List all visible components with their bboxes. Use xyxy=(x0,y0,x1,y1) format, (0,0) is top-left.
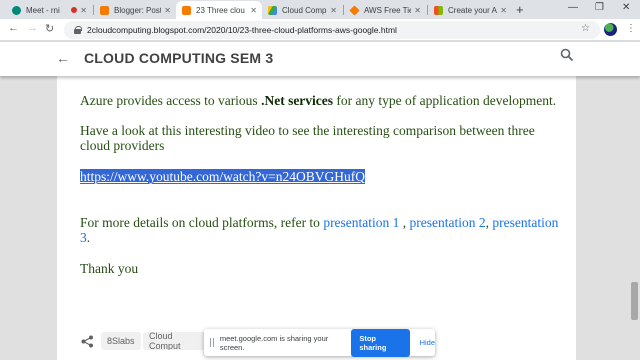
text: , xyxy=(399,215,410,230)
close-icon[interactable]: ✕ xyxy=(164,6,171,15)
scrollbar-thumb[interactable] xyxy=(631,282,638,320)
paragraph-thanks: Thank you xyxy=(80,261,139,276)
tab-meet[interactable]: Meet - rni ✕ xyxy=(6,1,92,19)
microsoft-icon xyxy=(434,5,443,15)
tab-create-account[interactable]: Create your A ✕ xyxy=(428,1,512,19)
back-arrow-icon[interactable]: ← xyxy=(56,50,70,66)
back-arrow-icon[interactable]: ← xyxy=(8,22,19,34)
tab-strip: Meet - rni ✕ Blogger: Posts ✕ 23 Three c… xyxy=(0,0,640,19)
post-content: Azure provides access to various .Net se… xyxy=(80,93,560,276)
paragraph-link: https://www.youtube.com/watch?v=n24OBVGH… xyxy=(80,169,560,184)
text: , xyxy=(485,215,490,230)
tab-title: 23 Three clou xyxy=(196,5,245,15)
post-body: Azure provides access to various .Net se… xyxy=(57,76,576,360)
tab-three-cloud[interactable]: 23 Three clou ✕ xyxy=(176,1,262,19)
tab-title: AWS Free Tier xyxy=(364,5,412,15)
screen-share-bar: meet.google.com is sharing your screen. … xyxy=(204,328,435,357)
text: For more details on cloud platforms, ref… xyxy=(80,215,324,230)
close-icon[interactable]: ✕ xyxy=(250,6,257,15)
url-text: 2cloudcomputing.blogspot.com/2020/10/23-… xyxy=(87,25,397,35)
stop-sharing-button[interactable]: Stop sharing xyxy=(351,328,410,357)
reload-icon[interactable]: ↻ xyxy=(45,22,54,35)
tab-blogger-posts[interactable]: Blogger: Posts ✕ xyxy=(94,1,176,19)
maximize-icon[interactable]: ❐ xyxy=(595,2,604,13)
minimize-icon[interactable]: — xyxy=(568,2,578,13)
label-chip[interactable]: 8Slabs xyxy=(101,332,141,350)
lock-icon[interactable] xyxy=(74,26,82,34)
presentation-2-link[interactable]: presentation 2 xyxy=(410,215,486,230)
blog-title[interactable]: CLOUD COMPUTING SEM 3 xyxy=(84,50,273,66)
share-icon[interactable] xyxy=(81,335,94,351)
close-icon[interactable]: ✕ xyxy=(330,6,337,15)
recording-icon xyxy=(71,7,78,13)
blogger-icon xyxy=(100,5,109,15)
close-icon[interactable]: ✕ xyxy=(414,6,421,15)
close-icon[interactable]: ✕ xyxy=(80,6,87,15)
tab-cloud-computing[interactable]: Cloud Computi ✕ xyxy=(262,1,342,19)
profile-avatar[interactable] xyxy=(604,23,617,36)
search-icon[interactable] xyxy=(560,48,574,62)
presentation-1-link[interactable]: presentation 1 xyxy=(323,215,399,230)
paragraph-azure: Azure provides access to various .Net se… xyxy=(80,93,560,108)
tab-title: Meet - rni xyxy=(26,5,60,15)
tab-title: Cloud Computi xyxy=(282,5,327,15)
hide-button[interactable]: Hide xyxy=(420,338,435,347)
drag-handle-icon[interactable] xyxy=(210,338,214,347)
text: Azure provides access to various xyxy=(80,93,262,108)
label-chip[interactable]: Cloud Comput xyxy=(143,332,207,350)
drive-icon xyxy=(268,5,277,15)
paragraph-presentations: For more details on cloud platforms, ref… xyxy=(80,215,560,245)
blog-header: ← CLOUD COMPUTING SEM 3 xyxy=(0,42,640,76)
address-bar[interactable]: 2cloudcomputing.blogspot.com/2020/10/23-… xyxy=(64,21,600,39)
tab-aws-free-tier[interactable]: AWS Free Tier ✕ xyxy=(344,1,426,19)
paragraph-video: Have a look at this interesting video to… xyxy=(80,123,535,153)
browser-toolbar: ← → ↻ 2cloudcomputing.blogspot.com/2020/… xyxy=(0,19,640,41)
bookmark-star-icon[interactable]: ☆ xyxy=(581,23,590,34)
youtube-link[interactable]: https://www.youtube.com/watch?v=n24OBVGH… xyxy=(80,169,365,184)
close-icon[interactable]: ✕ xyxy=(500,6,507,15)
share-message: meet.google.com is sharing your screen. xyxy=(219,333,329,352)
tab-title: Blogger: Posts xyxy=(114,5,162,15)
window-close-icon[interactable]: ✕ xyxy=(622,2,630,13)
page-viewport: ← CLOUD COMPUTING SEM 3 Azure provides a… xyxy=(0,42,640,360)
bold-net-services: .Net services xyxy=(261,93,334,108)
blogger-icon xyxy=(182,5,191,15)
tab-title: Create your A xyxy=(448,5,497,15)
forward-arrow-icon[interactable]: → xyxy=(27,22,38,34)
meet-icon xyxy=(12,5,21,15)
more-menu-icon[interactable]: ⋮ xyxy=(626,23,636,34)
text: for any type of application development. xyxy=(333,93,557,108)
text: . xyxy=(86,230,91,245)
share-glyph xyxy=(81,335,93,348)
aws-icon xyxy=(349,4,360,16)
new-tab-button[interactable]: + xyxy=(516,2,524,17)
